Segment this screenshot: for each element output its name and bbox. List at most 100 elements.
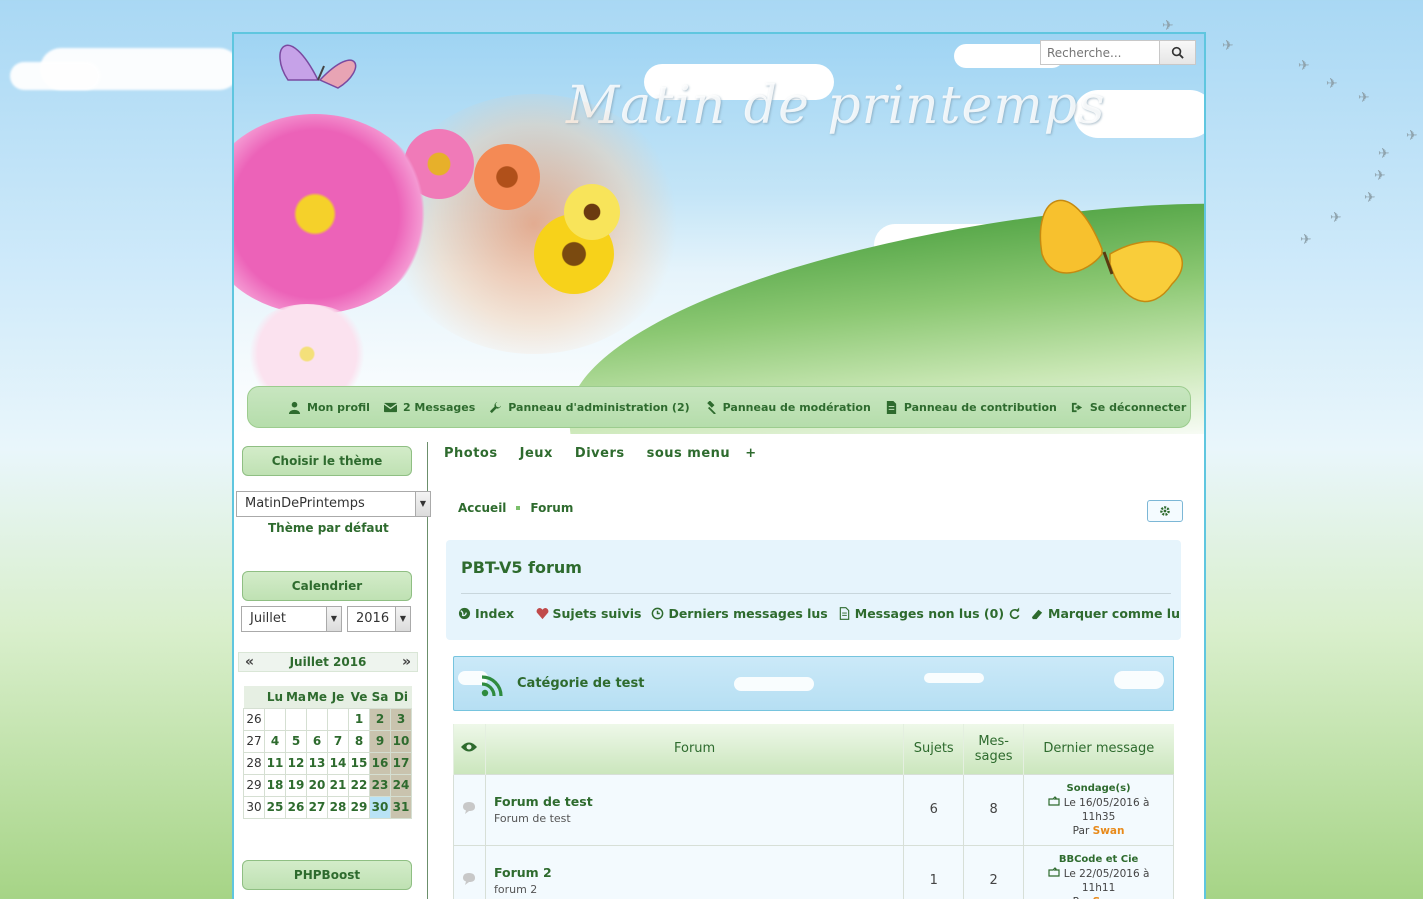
search-form — [1040, 40, 1196, 65]
calendar-day[interactable]: 23 — [369, 773, 391, 797]
author-link[interactable]: Swan — [1093, 896, 1125, 899]
contribution-panel-link[interactable]: Panneau de contribution — [885, 400, 1057, 414]
calendar-day[interactable]: 24 — [390, 773, 412, 797]
banner-cloud — [734, 677, 814, 691]
forum-description: Forum de test — [493, 812, 571, 825]
week-number: 28 — [243, 751, 265, 775]
status-cell — [453, 844, 486, 899]
calendar-day[interactable]: 18 — [264, 773, 286, 797]
followed-topics-link[interactable]: Sujets suivis — [536, 606, 641, 621]
nav-jeux[interactable]: Jeux — [520, 446, 553, 461]
last-message-time: 11h35 — [1081, 810, 1116, 823]
last-topic-link[interactable]: BBCode et Cie — [1024, 853, 1173, 867]
calendar-day[interactable]: 1 — [348, 707, 370, 731]
calendar-day[interactable]: 10 — [390, 729, 412, 753]
hand-pointer-icon[interactable] — [1048, 866, 1060, 877]
calendar-day[interactable]: 15 — [348, 751, 370, 775]
speech-bubble-icon — [463, 872, 476, 885]
calendar-day[interactable]: 31 — [390, 795, 412, 819]
bird-icon: ✈ — [1298, 58, 1310, 74]
calendar-week-row: 27 4 5 6 7 8 9 10 — [243, 729, 412, 753]
calendar-day[interactable]: 9 — [369, 729, 391, 753]
calendar-day[interactable]: 7 — [327, 729, 349, 753]
breadcrumb-home[interactable]: Accueil — [458, 501, 506, 515]
refresh-icon[interactable] — [1008, 607, 1021, 620]
calendar-day[interactable]: 4 — [264, 729, 286, 753]
banner-cloud — [1114, 671, 1164, 689]
bird-icon: ✈ — [1222, 38, 1234, 54]
day-header: Je — [327, 686, 349, 708]
heart-icon — [536, 608, 548, 620]
default-theme-link[interactable]: Thème par défaut — [268, 521, 389, 535]
calendar-day[interactable]: 21 — [327, 773, 349, 797]
search-input[interactable] — [1040, 40, 1160, 65]
calendar-day[interactable]: 13 — [306, 751, 328, 775]
breadcrumb-forum[interactable]: Forum — [530, 501, 573, 515]
calendar-day[interactable]: 3 — [390, 707, 412, 731]
rss-icon[interactable] — [481, 675, 503, 697]
last-topic-link[interactable]: Sondage(s) — [1024, 782, 1173, 796]
last-message-cell: Sondage(s) Le 16/05/2016 à 11h35 Par Swan — [1023, 773, 1174, 846]
nav-sous-menu[interactable]: sous menu + — [647, 446, 757, 461]
settings-button[interactable] — [1147, 500, 1183, 522]
calendar-day[interactable]: 11 — [264, 751, 286, 775]
profile-link[interactable]: Mon profil — [288, 401, 370, 414]
forum-name-link[interactable]: Forum 2 — [494, 865, 903, 880]
messages-count: 2 — [963, 844, 1025, 899]
envelope-icon — [383, 402, 397, 412]
unread-messages-link[interactable]: Messages non lus (0) — [838, 606, 1021, 621]
sign-out-icon — [1071, 402, 1083, 412]
calendar-day[interactable]: 12 — [285, 751, 307, 775]
bird-icon: ✈ — [1374, 168, 1386, 184]
calendar-day[interactable]: 8 — [348, 729, 370, 753]
mark-as-read-link[interactable]: Marquer comme lu — [1031, 606, 1180, 621]
calendar-day[interactable]: 27 — [306, 795, 328, 819]
year-select[interactable]: 2016 ▼ — [347, 606, 411, 632]
calendar-day[interactable]: 16 — [369, 751, 391, 775]
calendar-day[interactable]: 14 — [327, 751, 349, 775]
bird-icon: ✈ — [1378, 146, 1390, 162]
calendar-day[interactable]: 25 — [264, 795, 286, 819]
last-read-link[interactable]: Derniers messages lus — [651, 606, 828, 621]
calendar-day[interactable]: 20 — [306, 773, 328, 797]
forum-description: forum 2 — [493, 883, 538, 896]
chevron-down-icon: ▼ — [326, 607, 341, 631]
calendar-day[interactable]: 30 — [369, 795, 391, 819]
calendar-day[interactable]: 6 — [306, 729, 328, 753]
day-header: Lu — [264, 686, 286, 708]
moderation-panel-link[interactable]: Panneau de modération — [704, 400, 871, 414]
breadcrumb: Accueil Forum — [458, 501, 573, 515]
calendar-day[interactable]: 19 — [285, 773, 307, 797]
week-number: 27 — [243, 729, 265, 753]
nav-divers[interactable]: Divers — [575, 446, 625, 461]
next-month-button[interactable]: » — [402, 653, 411, 671]
calendar-week-row: 28 11 12 13 14 15 16 17 — [243, 751, 412, 775]
site-header: Matin de printemps M — [234, 34, 1204, 434]
calendar-day[interactable]: 26 — [285, 795, 307, 819]
prev-month-button[interactable]: « — [245, 653, 254, 671]
day-header: Di — [390, 686, 412, 708]
calendar-day[interactable]: 5 — [285, 729, 307, 753]
admin-panel-link[interactable]: Panneau d'administration (2) — [489, 401, 690, 414]
calendar-day[interactable]: 2 — [369, 707, 391, 731]
chevron-down-icon: ▼ — [395, 607, 410, 631]
nav-photos[interactable]: Photos — [444, 446, 498, 461]
category-banner[interactable]: Catégorie de test — [453, 656, 1174, 711]
logout-link[interactable]: Se déconnecter — [1071, 401, 1186, 414]
messages-link[interactable]: 2 Messages — [383, 401, 475, 414]
theme-select[interactable]: MatinDePrintemps ▼ — [236, 491, 431, 517]
calendar-empty-cell — [285, 707, 307, 731]
hand-pointer-icon[interactable] — [1048, 795, 1060, 806]
calendar-day[interactable]: 28 — [327, 795, 349, 819]
calendar-day[interactable]: 22 — [348, 773, 370, 797]
forum-name-link[interactable]: Forum de test — [494, 794, 903, 809]
user-icon — [288, 401, 301, 414]
calendar-day[interactable]: 29 — [348, 795, 370, 819]
forum-index-link[interactable]: Index — [458, 606, 536, 621]
forum-rows: Forum de test Forum de test 6 8 Sondage(s) Le… — [453, 773, 1174, 899]
calendar-day[interactable]: 17 — [390, 751, 412, 775]
search-button[interactable] — [1160, 40, 1196, 65]
month-select[interactable]: Juillet ▼ — [241, 606, 342, 632]
author-link[interactable]: Swan — [1093, 825, 1125, 837]
last-message-author: Par Swan — [1072, 824, 1125, 837]
